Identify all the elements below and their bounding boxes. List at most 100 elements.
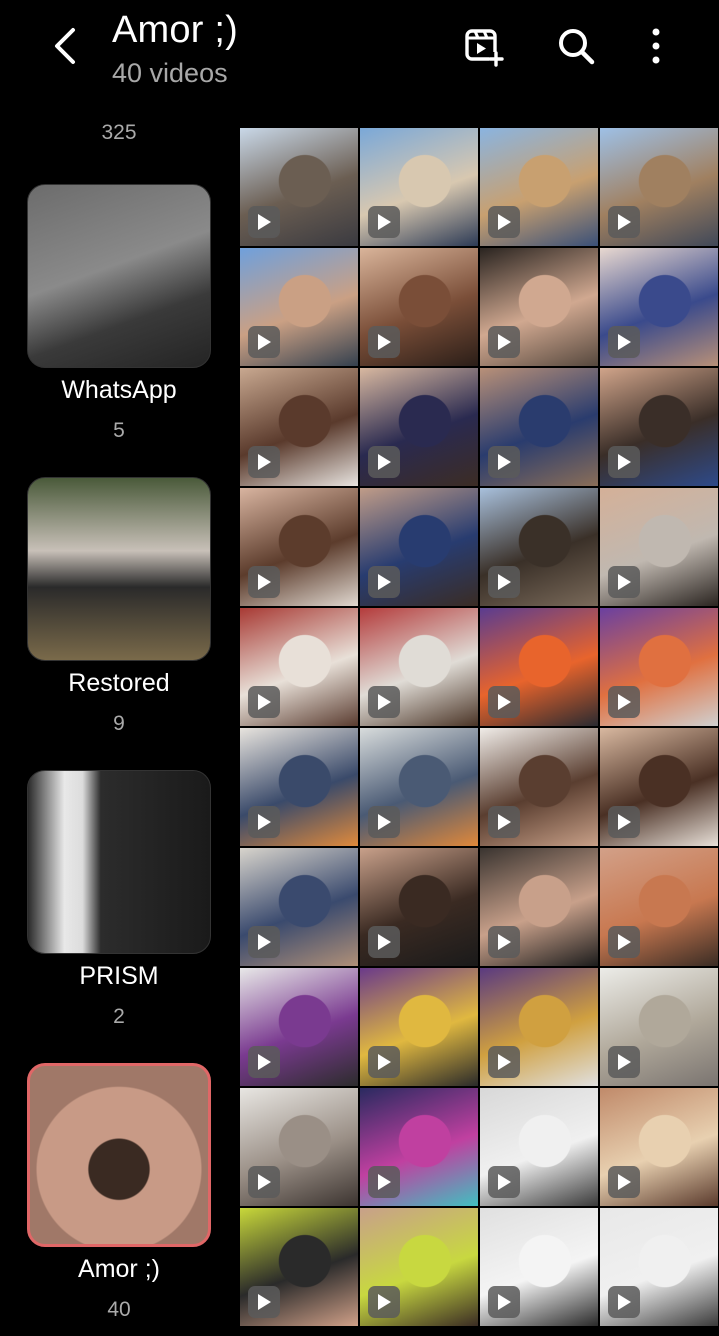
album-whatsapp[interactable]: WhatsApp 5	[27, 184, 211, 443]
play-icon	[368, 566, 400, 598]
play-icon	[488, 566, 520, 598]
album-thumbnail	[27, 1063, 211, 1247]
album-thumbnail	[27, 477, 211, 661]
more-options-button[interactable]	[632, 22, 680, 70]
album-name: PRISM	[79, 962, 159, 990]
video-thumbnail[interactable]	[480, 848, 598, 966]
video-thumbnail[interactable]	[360, 248, 478, 366]
album-count: 40	[107, 1298, 131, 1321]
video-thumbnail[interactable]	[240, 608, 358, 726]
play-icon	[488, 806, 520, 838]
album-name: Amor ;)	[78, 1255, 160, 1283]
play-icon	[608, 686, 640, 718]
video-thumbnail[interactable]	[480, 1208, 598, 1326]
video-thumbnail[interactable]	[240, 368, 358, 486]
play-icon	[368, 206, 400, 238]
video-thumbnail[interactable]	[600, 368, 718, 486]
album-thumbnail	[27, 770, 211, 954]
video-thumbnail[interactable]	[360, 728, 478, 846]
play-icon	[368, 926, 400, 958]
video-thumbnail[interactable]	[600, 968, 718, 1086]
search-icon	[559, 29, 595, 65]
video-thumbnail[interactable]	[240, 128, 358, 246]
video-thumbnail[interactable]	[360, 368, 478, 486]
play-icon	[608, 806, 640, 838]
video-thumbnail[interactable]	[240, 248, 358, 366]
play-icon	[608, 1286, 640, 1318]
video-thumbnail[interactable]	[480, 248, 598, 366]
album-count: 325	[101, 121, 137, 144]
page-title: Amor ;)	[112, 9, 238, 51]
video-thumbnail[interactable]	[480, 608, 598, 726]
play-icon	[608, 206, 640, 238]
album-thumbnail	[27, 184, 211, 368]
play-icon	[488, 926, 520, 958]
video-thumbnail[interactable]	[600, 1088, 718, 1206]
video-thumbnail[interactable]	[240, 488, 358, 606]
video-thumbnail[interactable]	[240, 728, 358, 846]
video-thumbnail[interactable]	[360, 848, 478, 966]
play-icon	[248, 806, 280, 838]
play-icon	[248, 1286, 280, 1318]
play-icon	[608, 326, 640, 358]
video-thumbnail[interactable]	[240, 848, 358, 966]
video-thumbnail[interactable]	[360, 1088, 478, 1206]
play-icon	[488, 1286, 520, 1318]
video-thumbnail[interactable]	[480, 368, 598, 486]
app-header: Amor ;) 40 videos	[0, 0, 719, 125]
video-thumbnail[interactable]	[600, 848, 718, 966]
video-thumbnail[interactable]	[360, 1208, 478, 1326]
album-sidebar[interactable]: 325 WhatsApp 5 Restored 9 PRISM 2 Amor ;…	[0, 115, 238, 1336]
album-count: 2	[113, 1005, 125, 1028]
album-name: WhatsApp	[61, 376, 177, 404]
play-icon	[368, 1286, 400, 1318]
video-thumbnail[interactable]	[240, 1088, 358, 1206]
album-amor[interactable]: Amor ;) 40	[27, 1063, 211, 1322]
video-thumbnail[interactable]	[600, 128, 718, 246]
create-video-button[interactable]	[459, 22, 507, 70]
album-prism[interactable]: PRISM 2	[27, 770, 211, 1029]
play-icon	[488, 1046, 520, 1078]
play-icon	[368, 806, 400, 838]
back-button[interactable]	[44, 24, 88, 68]
video-thumbnail[interactable]	[480, 728, 598, 846]
play-icon	[608, 1166, 640, 1198]
video-thumbnail[interactable]	[600, 1208, 718, 1326]
video-thumbnail[interactable]	[240, 968, 358, 1086]
video-thumbnail[interactable]	[480, 968, 598, 1086]
play-icon	[248, 566, 280, 598]
video-thumbnail[interactable]	[480, 488, 598, 606]
video-thumbnail[interactable]	[600, 488, 718, 606]
play-icon	[368, 446, 400, 478]
play-icon	[488, 686, 520, 718]
play-icon	[368, 686, 400, 718]
play-icon	[608, 566, 640, 598]
video-thumbnail[interactable]	[600, 248, 718, 366]
video-thumbnail[interactable]	[360, 128, 478, 246]
play-icon	[248, 446, 280, 478]
play-icon	[488, 326, 520, 358]
play-icon	[248, 686, 280, 718]
play-icon	[248, 1046, 280, 1078]
video-thumbnail[interactable]	[600, 728, 718, 846]
video-thumbnail[interactable]	[360, 608, 478, 726]
album-count: 9	[113, 712, 125, 735]
play-icon	[488, 206, 520, 238]
video-thumbnail[interactable]	[480, 1088, 598, 1206]
album-restored[interactable]: Restored 9	[27, 477, 211, 736]
play-icon	[488, 446, 520, 478]
play-icon	[488, 1166, 520, 1198]
create-video-icon	[465, 29, 504, 67]
search-button[interactable]	[552, 22, 600, 70]
play-icon	[368, 1166, 400, 1198]
play-icon	[368, 326, 400, 358]
play-icon	[608, 926, 640, 958]
video-thumbnail[interactable]	[480, 128, 598, 246]
video-thumbnail[interactable]	[360, 488, 478, 606]
video-thumbnail[interactable]	[240, 1208, 358, 1326]
video-count-subtitle: 40 videos	[112, 58, 228, 88]
video-thumbnail[interactable]	[360, 968, 478, 1086]
album-name: Restored	[68, 669, 170, 697]
play-icon	[248, 326, 280, 358]
video-thumbnail[interactable]	[600, 608, 718, 726]
